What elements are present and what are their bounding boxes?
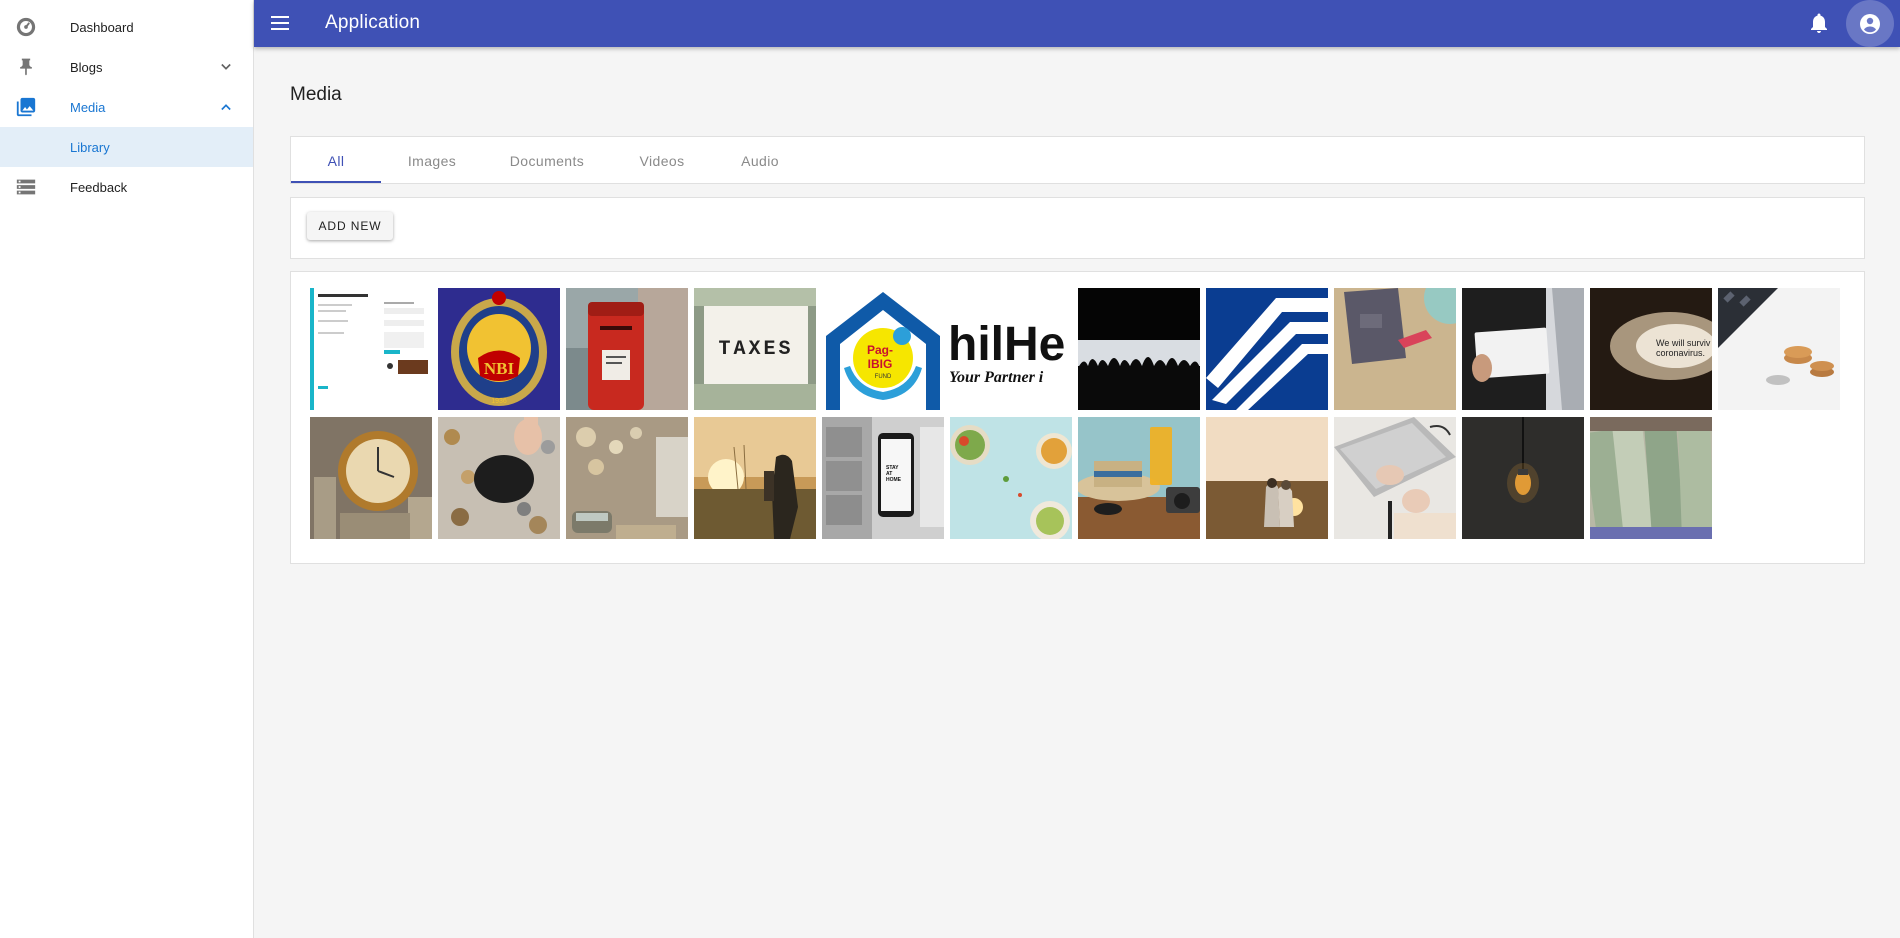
svg-text:FUND: FUND — [875, 374, 892, 380]
account-circle-icon[interactable] — [1846, 0, 1894, 47]
sidebar-item-label: Blogs — [70, 59, 103, 75]
dashboard-icon — [14, 15, 38, 39]
sidebar-item-library[interactable]: Library — [0, 127, 253, 167]
media-thumbnail[interactable] — [310, 417, 432, 539]
svg-text:HOME: HOME — [886, 477, 902, 483]
sidebar: Dashboard Blogs Media Library Feedback — [0, 0, 254, 938]
svg-text:We will surviv: We will surviv — [1656, 338, 1711, 348]
media-thumbnail[interactable]: TAXES — [694, 288, 816, 410]
media-thumbnail[interactable] — [1078, 417, 1200, 539]
svg-text:Pag-: Pag- — [867, 343, 893, 357]
tab-documents[interactable]: Documents — [492, 137, 602, 184]
media-thumbnail[interactable] — [566, 288, 688, 410]
media-thumbnail[interactable]: Pag- IBIG FUND — [822, 288, 944, 410]
sidebar-item-media[interactable]: Media — [0, 87, 254, 127]
actions-bar: ADD NEW — [290, 197, 1865, 259]
philhealth-text: hilHe — [950, 318, 1065, 371]
bell-icon[interactable] — [1807, 11, 1831, 35]
media-thumbnail[interactable] — [1078, 288, 1200, 410]
svg-text:Your Partner i: Your Partner i — [950, 369, 1044, 386]
media-thumbnail[interactable] — [1334, 288, 1456, 410]
storage-icon — [14, 175, 38, 199]
sidebar-item-label: Feedback — [70, 179, 128, 195]
sidebar-item-label: Dashboard — [70, 19, 134, 35]
page-title: Media — [290, 84, 342, 105]
chevron-down-icon — [216, 57, 236, 77]
tab-all[interactable]: All — [291, 137, 381, 184]
media-thumbnail[interactable]: We will surviv coronavirus. — [1590, 288, 1712, 410]
sidebar-item-blogs[interactable]: Blogs — [0, 47, 254, 87]
sidebar-item-label: Media — [70, 99, 106, 115]
svg-text:1936: 1936 — [491, 398, 507, 405]
photo-library-icon — [14, 95, 38, 119]
active-tab-indicator — [291, 181, 381, 183]
media-thumbnail[interactable] — [1206, 288, 1328, 410]
sidebar-item-dashboard[interactable]: Dashboard — [0, 7, 254, 47]
chevron-up-icon — [216, 97, 236, 117]
media-thumbnail[interactable]: hilHe Your Partner i — [950, 288, 1072, 410]
media-thumbnail[interactable] — [694, 417, 816, 539]
media-thumbnail[interactable] — [1590, 417, 1712, 539]
media-thumbnail[interactable] — [1718, 288, 1840, 410]
svg-text:coronavirus.: coronavirus. — [1656, 348, 1705, 358]
pin-icon — [14, 55, 38, 79]
media-thumbnail[interactable] — [1334, 417, 1456, 539]
taxes-text: TAXES — [718, 338, 793, 361]
app-title: Application — [325, 12, 421, 33]
media-thumbnail[interactable]: STAY AT HOME — [822, 417, 944, 539]
media-tabs: All Images Documents Videos Audio — [290, 136, 1865, 184]
media-thumbnail[interactable] — [1462, 288, 1584, 410]
svg-text:IBIG: IBIG — [868, 357, 893, 371]
media-thumbnail[interactable] — [310, 288, 432, 410]
media-thumbnail[interactable] — [950, 417, 1072, 539]
media-thumbnail[interactable] — [1206, 417, 1328, 539]
add-new-button[interactable]: ADD NEW — [307, 212, 393, 240]
menu-icon[interactable] — [268, 11, 292, 35]
media-thumbnail[interactable] — [438, 417, 560, 539]
app-bar: Application — [254, 0, 1900, 47]
media-thumbnail[interactable] — [566, 417, 688, 539]
media-thumbnail[interactable] — [1462, 417, 1584, 539]
svg-text:NBI: NBI — [484, 359, 515, 378]
media-gallery: NBI 1936 TAXES Pag- IBIG FUND hilHe Your… — [290, 271, 1865, 564]
tab-images[interactable]: Images — [387, 137, 477, 184]
tab-audio[interactable]: Audio — [715, 137, 805, 184]
tab-videos[interactable]: Videos — [617, 137, 707, 184]
sidebar-item-label: Library — [70, 139, 110, 155]
sidebar-item-feedback[interactable]: Feedback — [0, 167, 254, 207]
media-thumbnail[interactable]: NBI 1936 — [438, 288, 560, 410]
